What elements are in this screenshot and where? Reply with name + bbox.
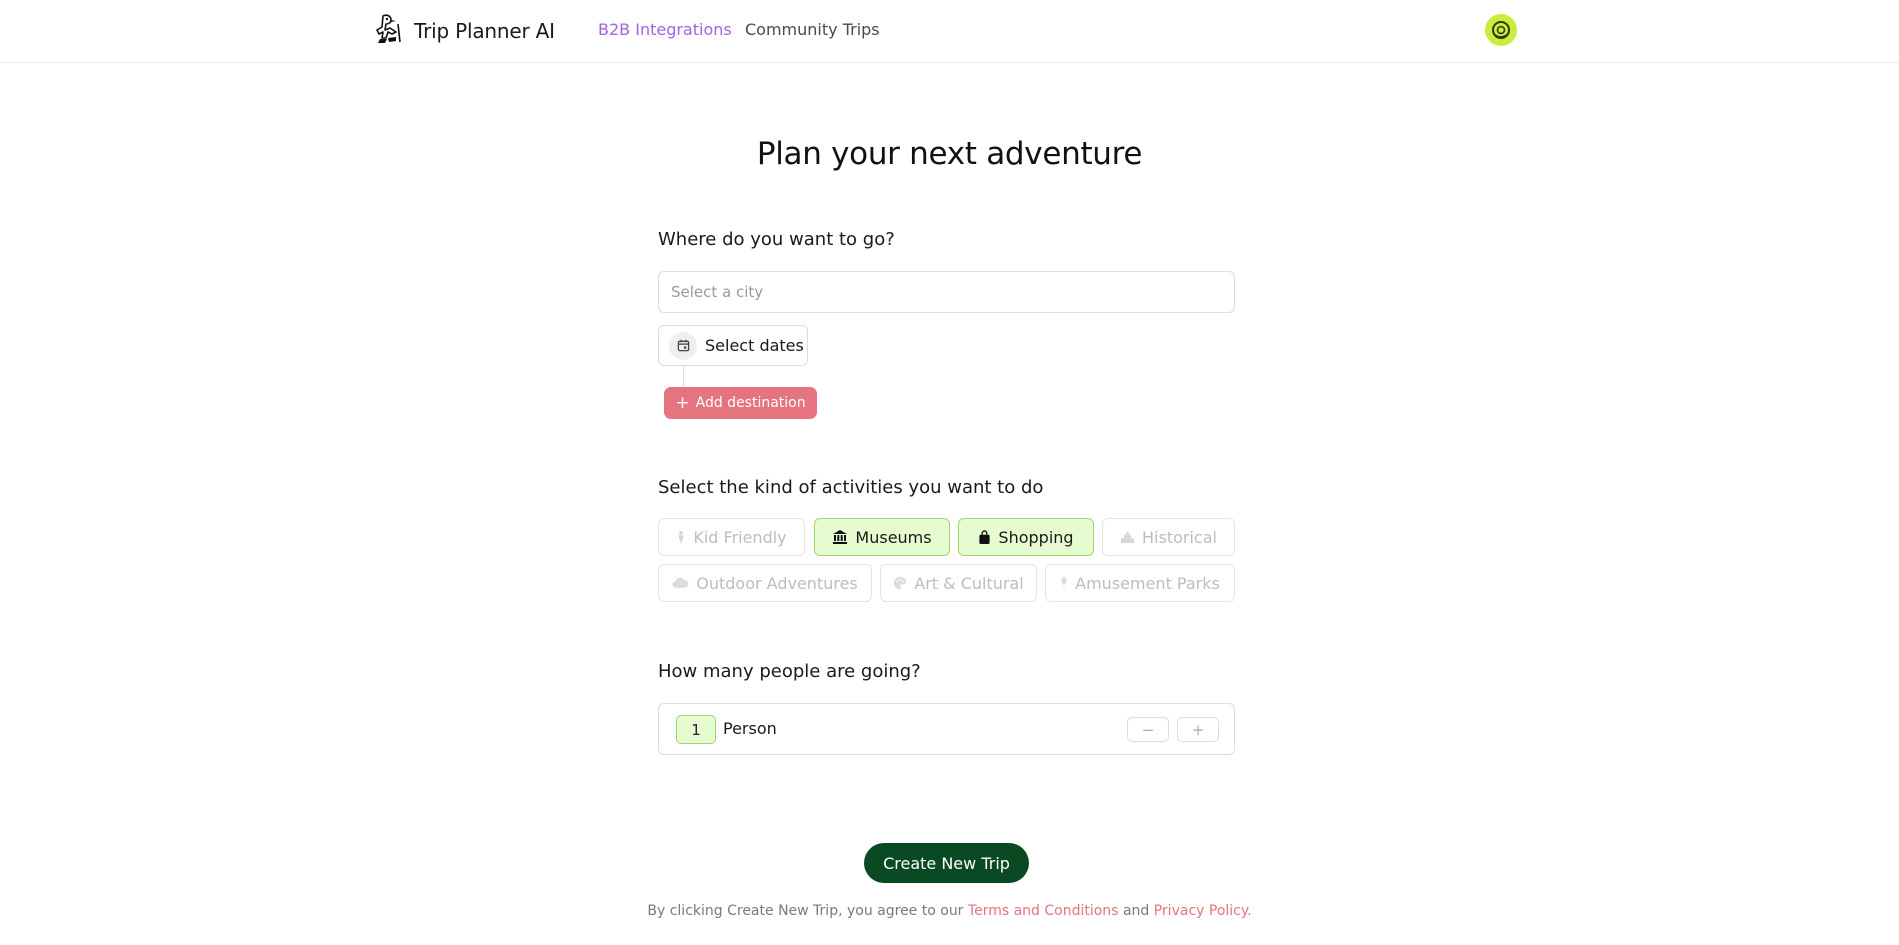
activity-chip-label: Amusement Parks — [1075, 573, 1220, 593]
plus-icon: + — [675, 392, 690, 413]
people-counter: 1 Person − + — [658, 703, 1235, 755]
activity-chip-label: Kid Friendly — [693, 527, 787, 547]
activity-chip-historical[interactable]: Historical — [1102, 518, 1235, 556]
destination-connector-line — [683, 366, 684, 388]
activity-chip-label: Outdoor Adventures — [696, 573, 858, 593]
user-avatar-icon[interactable] — [1485, 14, 1517, 46]
cloud-icon — [672, 577, 689, 589]
disclaimer-suffix: . — [1247, 903, 1252, 919]
balloon-icon — [1060, 576, 1068, 590]
page-title: Plan your next adventure — [756, 136, 1143, 172]
activity-chip-label: Art & Cultural — [914, 573, 1024, 593]
nav-b2b-integrations[interactable]: B2B Integrations — [598, 20, 732, 39]
disclaimer-and: and — [1122, 903, 1150, 919]
person-unit-label: Person — [723, 719, 777, 738]
activity-chip-shopping[interactable]: Shopping — [958, 518, 1094, 556]
add-destination-label: Add destination — [695, 395, 806, 411]
app-logo[interactable]: Trip Planner AI — [374, 14, 555, 48]
decrement-people-button[interactable]: − — [1127, 717, 1169, 742]
destination-label: Where do you want to go? — [658, 229, 895, 250]
museum-icon — [832, 529, 848, 545]
activity-chip-label: Museums — [855, 527, 932, 547]
terms-disclaimer: By clicking Create New Trip, you agree t… — [0, 903, 1899, 919]
palette-icon — [893, 576, 907, 590]
activity-chip-label: Historical — [1142, 527, 1217, 547]
create-new-trip-button[interactable]: Create New Trip — [864, 843, 1029, 883]
add-destination-button[interactable]: + Add destination — [664, 387, 817, 419]
activity-chip-kid-friendly[interactable]: Kid Friendly — [658, 518, 805, 556]
top-navbar: Trip Planner AI B2B Integrations Communi… — [0, 0, 1899, 63]
people-count-label: How many people are going? — [658, 661, 921, 682]
activity-chip-amusement-parks[interactable]: Amusement Parks — [1045, 564, 1235, 602]
terms-and-conditions-link[interactable]: Terms and Conditions — [968, 903, 1119, 919]
nav-community-trips[interactable]: Community Trips — [745, 20, 880, 39]
select-dates-label: Select dates — [705, 336, 804, 355]
calendar-icon — [669, 331, 697, 360]
app-name: Trip Planner AI — [414, 19, 555, 43]
activity-chip-label: Shopping — [998, 527, 1074, 547]
increment-people-button[interactable]: + — [1177, 717, 1219, 742]
city-select-input[interactable] — [658, 271, 1235, 313]
activity-chip-museums[interactable]: Museums — [814, 518, 950, 556]
privacy-policy-link[interactable]: Privacy Policy — [1154, 903, 1247, 919]
child-icon — [676, 530, 686, 544]
select-dates-button[interactable]: Select dates — [658, 325, 808, 366]
activities-label: Select the kind of activities you want t… — [658, 477, 1044, 498]
disclaimer-prefix: By clicking Create New Trip, you agree t… — [647, 903, 964, 919]
activity-chip-art-cultural[interactable]: Art & Cultural — [880, 564, 1037, 602]
people-count-value: 1 — [676, 715, 716, 744]
hiking-bird-logo-icon — [374, 12, 406, 50]
activity-chip-outdoor-adventures[interactable]: Outdoor Adventures — [658, 564, 872, 602]
shopping-bag-icon — [978, 529, 991, 545]
monument-icon — [1120, 531, 1135, 544]
